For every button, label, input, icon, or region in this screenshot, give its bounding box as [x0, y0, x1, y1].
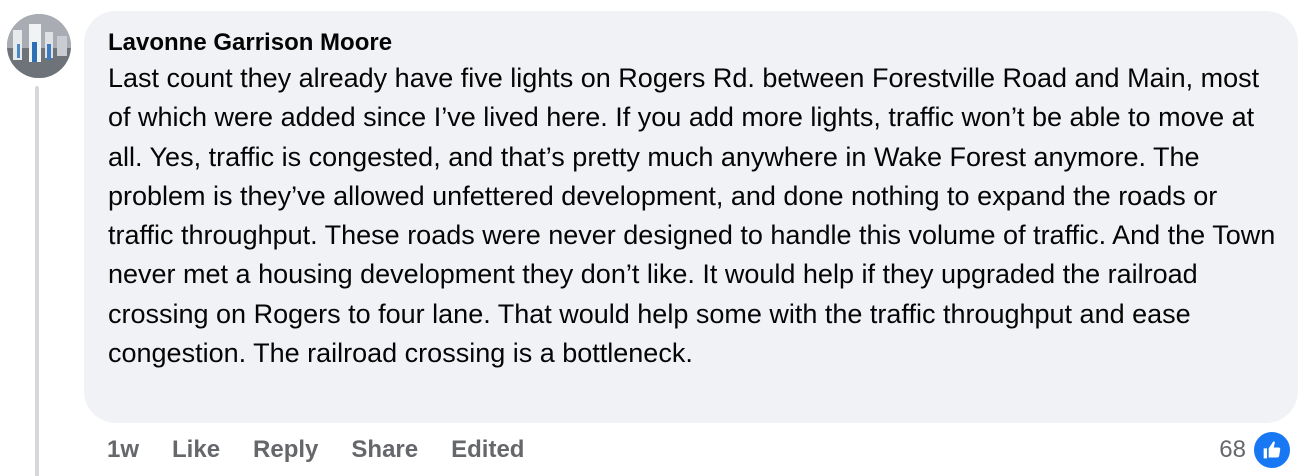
thumbs-up-icon [1252, 430, 1292, 470]
reply-button[interactable]: Reply [253, 436, 318, 464]
reactions-summary[interactable]: 68 [1219, 430, 1292, 470]
comment-actions: 1w Like Reply Share Edited [107, 434, 557, 466]
user-avatar-icon [7, 14, 71, 78]
share-button[interactable]: Share [351, 436, 418, 464]
comment-text: Last count they already have five lights… [108, 63, 1276, 369]
reaction-count: 68 [1219, 436, 1246, 463]
like-button[interactable]: Like [172, 436, 220, 464]
edited-label[interactable]: Edited [451, 436, 524, 464]
author-avatar[interactable] [7, 14, 71, 78]
comment-timestamp[interactable]: 1w [107, 436, 139, 464]
comment-bubble: Lavonne Garrison Moore Last count they a… [84, 11, 1298, 423]
reply-thread-line [35, 86, 39, 476]
comment-author-name[interactable]: Lavonne Garrison Moore [108, 27, 1274, 59]
